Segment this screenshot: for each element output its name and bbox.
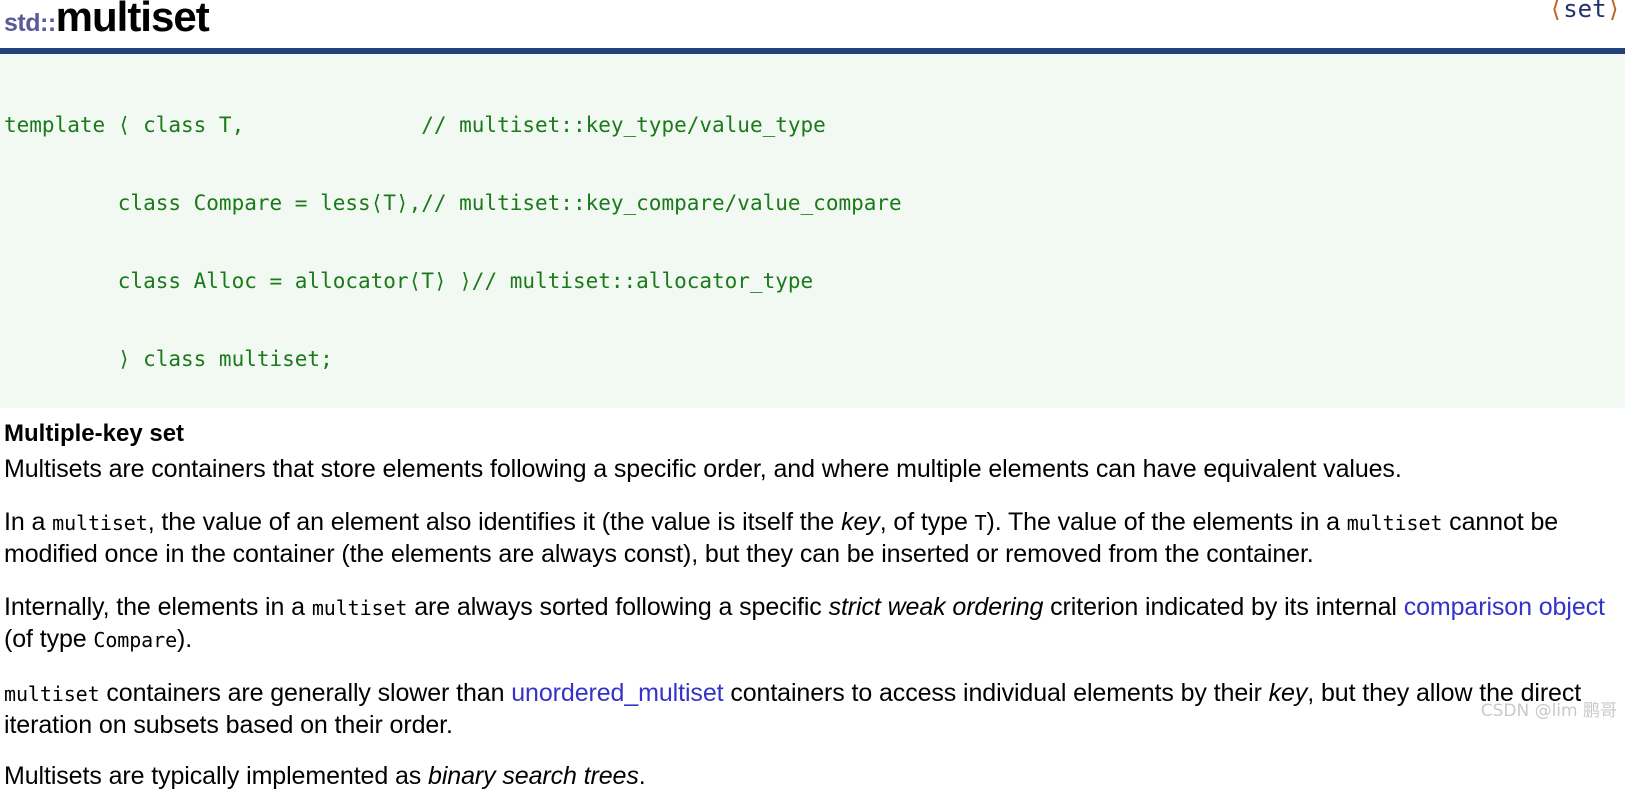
code-declaration: ⟩ class multiset; [4, 347, 333, 371]
page-title: std::multiset [4, 0, 210, 40]
paragraph-text: (of type [4, 624, 94, 653]
code-line: ⟩ class multiset; [4, 346, 1625, 372]
inline-code-multiset: multiset [52, 510, 148, 535]
code-declaration: class Compare = less⟨T⟩, [4, 191, 422, 215]
code-line: class Compare = less⟨T⟩,// multiset::key… [4, 190, 1625, 216]
emphasis-strict-weak-ordering: strict weak ordering [828, 592, 1044, 621]
inline-code-multiset: multiset [311, 595, 408, 620]
angle-bracket-close-icon: ⟩ [1606, 0, 1621, 23]
paragraph-value-identity: In a multiset, the value of an element a… [4, 507, 1625, 570]
paragraph-text: , of type [879, 507, 975, 536]
include-header-label: ⟨set⟩ [1549, 0, 1621, 23]
paragraph-intro: Multisets are containers that store elem… [4, 454, 1625, 485]
class-signature-code-block: template ⟨ class T, // multiset::key_typ… [0, 54, 1625, 408]
code-comment: // multiset::allocator_type [471, 269, 814, 293]
code-comment: // multiset::key_type/value_type [244, 113, 826, 137]
paragraph-text: , the value of an element also identifie… [147, 507, 842, 536]
code-line: class Alloc = allocator⟨T⟩ ⟩// multiset:… [4, 268, 1625, 294]
paragraph-text: containers are generally slower than [99, 678, 512, 707]
emphasis-binary-search-trees: binary search trees [428, 761, 639, 790]
paragraph-text: containers to access individual elements… [723, 678, 1269, 707]
page-title-namespace: std:: [4, 9, 56, 37]
inline-code-multiset: multiset [4, 681, 100, 706]
paragraph-text: criterion indicated by its internal [1043, 592, 1404, 621]
csdn-watermark: CSDN @lim 鹏哥 [1480, 701, 1617, 721]
inline-code-compare: Compare [93, 627, 178, 652]
paragraph-text: Multisets are typically implemented as [4, 761, 429, 790]
paragraph-text: Multisets are containers that store elem… [4, 454, 1402, 483]
paragraph-text: . [638, 761, 646, 790]
code-declaration: class Alloc = allocator⟨T⟩ ⟩ [4, 269, 472, 293]
page-header: std::multiset ⟨set⟩ [0, 0, 1625, 48]
paragraph-text: ). [177, 624, 193, 653]
paragraph-text: ). The value of the elements in a [986, 507, 1347, 536]
include-header-name: set [1563, 0, 1607, 23]
inline-code-multiset: multiset [1346, 510, 1443, 535]
angle-bracket-open-icon: ⟨ [1548, 0, 1564, 23]
page-title-name: multiset [55, 0, 210, 40]
section-heading: Multiple-key set [4, 420, 185, 447]
emphasis-key: key [1268, 678, 1308, 707]
paragraph-text: Internally, the elements in a [4, 592, 312, 621]
paragraph-ordering: Internally, the elements in a multiset a… [4, 592, 1625, 656]
paragraph-performance: multiset containers are generally slower… [4, 678, 1625, 741]
link-comparison-object[interactable]: comparison object [1404, 593, 1605, 621]
paragraph-text: are always sorted following a specific [407, 592, 829, 621]
paragraph-text: In a [4, 507, 53, 536]
article-content: Multiple-key set Multisets are container… [0, 408, 1625, 792]
code-declaration: template ⟨ class T, [4, 113, 245, 137]
inline-code-type-t: T [974, 510, 987, 535]
code-line: template ⟨ class T, // multiset::key_typ… [4, 112, 1625, 138]
emphasis-key: key [841, 507, 880, 536]
link-unordered-multiset[interactable]: unordered_multiset [511, 679, 723, 707]
code-comment: // multiset::key_compare/value_compare [421, 191, 902, 215]
paragraph-implementation: Multisets are typically implemented as b… [4, 761, 1625, 792]
